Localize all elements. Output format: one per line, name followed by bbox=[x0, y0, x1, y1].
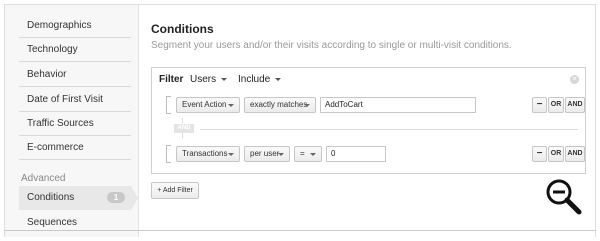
filter-scope-dropdown[interactable]: Users bbox=[190, 74, 228, 85]
filter-mode-dropdown[interactable]: Include bbox=[238, 74, 282, 85]
sidebar-item-behavior[interactable]: Behavior bbox=[19, 63, 131, 87]
sidebar-item-traffic-sources[interactable]: Traffic Sources bbox=[19, 112, 131, 136]
sidebar-item-label: Conditions bbox=[27, 192, 75, 203]
scope-value: per user bbox=[250, 149, 280, 158]
chevron-down-icon bbox=[221, 77, 228, 81]
sidebar-item-ecommerce[interactable]: E-commerce bbox=[19, 136, 131, 160]
value-input[interactable]: 0 bbox=[326, 146, 386, 162]
chevron-down-icon bbox=[228, 104, 234, 107]
dimension-dropdown[interactable]: Transactions bbox=[176, 146, 240, 162]
remove-condition-button[interactable]: − bbox=[532, 146, 547, 162]
segment-editor: Demographics Technology Behavior Date of… bbox=[4, 4, 596, 237]
dimension-value: Event Action bbox=[182, 100, 227, 109]
connector-line bbox=[182, 133, 183, 138]
count-badge: 1 bbox=[107, 192, 125, 203]
filter-mode-value: Include bbox=[238, 74, 271, 85]
divider bbox=[200, 129, 578, 130]
chevron-down-icon bbox=[304, 104, 310, 107]
page-subtitle: Segment your users and/or their visits a… bbox=[151, 40, 512, 51]
divider bbox=[4, 230, 596, 231]
row-bracket bbox=[166, 96, 171, 114]
operator-dropdown[interactable]: = bbox=[294, 146, 322, 162]
and-button[interactable]: AND bbox=[565, 146, 585, 162]
operator-dropdown[interactable]: exactly matches bbox=[244, 97, 316, 113]
value-input[interactable]: AddToCart bbox=[320, 97, 476, 113]
page-title: Conditions bbox=[151, 22, 214, 36]
sidebar-item-sequences[interactable]: Sequences bbox=[19, 211, 131, 235]
active-pointer-arrow bbox=[131, 186, 138, 210]
main-panel: Conditions Segment your users and/or the… bbox=[147, 5, 595, 237]
condition-row: Transactions per user = 0 − OR AND bbox=[152, 145, 585, 163]
filter-box: Filter Users Include ✕ Event Action exac… bbox=[151, 67, 586, 174]
or-button[interactable]: OR bbox=[548, 146, 564, 162]
chevron-down-icon bbox=[275, 77, 282, 81]
sidebar-group-advanced: Advanced bbox=[21, 173, 66, 184]
scope-dropdown[interactable]: per user bbox=[244, 146, 290, 162]
chevron-down-icon bbox=[228, 153, 234, 156]
close-icon[interactable]: ✕ bbox=[570, 75, 579, 84]
chevron-down-icon bbox=[310, 153, 316, 156]
operator-value: exactly matches bbox=[250, 100, 308, 109]
chevron-down-icon bbox=[278, 153, 284, 156]
zoom-out-icon[interactable] bbox=[543, 176, 585, 218]
filter-header: Filter Users Include ✕ bbox=[152, 68, 585, 90]
or-button[interactable]: OR bbox=[548, 97, 564, 113]
sidebar-item-demographics[interactable]: Demographics bbox=[19, 14, 131, 38]
filter-label: Filter bbox=[159, 74, 184, 85]
sidebar: Demographics Technology Behavior Date of… bbox=[5, 5, 139, 237]
filter-scope-value: Users bbox=[190, 74, 217, 85]
row-bracket bbox=[166, 145, 171, 163]
and-label: AND bbox=[174, 124, 194, 133]
and-button[interactable]: AND bbox=[565, 97, 585, 113]
sidebar-item-conditions[interactable]: Conditions 1 bbox=[19, 186, 138, 210]
sidebar-item-date-of-first-visit[interactable]: Date of First Visit bbox=[19, 88, 131, 112]
remove-condition-button[interactable]: − bbox=[532, 97, 547, 113]
add-filter-button[interactable]: + Add Filter bbox=[151, 182, 199, 199]
operator-value: = bbox=[300, 149, 305, 158]
dimension-value: Transactions bbox=[182, 149, 228, 158]
condition-row: Event Action exactly matches AddToCart −… bbox=[152, 96, 585, 114]
connector-line bbox=[182, 118, 183, 123]
and-separator: AND bbox=[164, 118, 578, 138]
sidebar-item-technology[interactable]: Technology bbox=[19, 38, 131, 62]
dimension-dropdown[interactable]: Event Action bbox=[176, 97, 240, 113]
